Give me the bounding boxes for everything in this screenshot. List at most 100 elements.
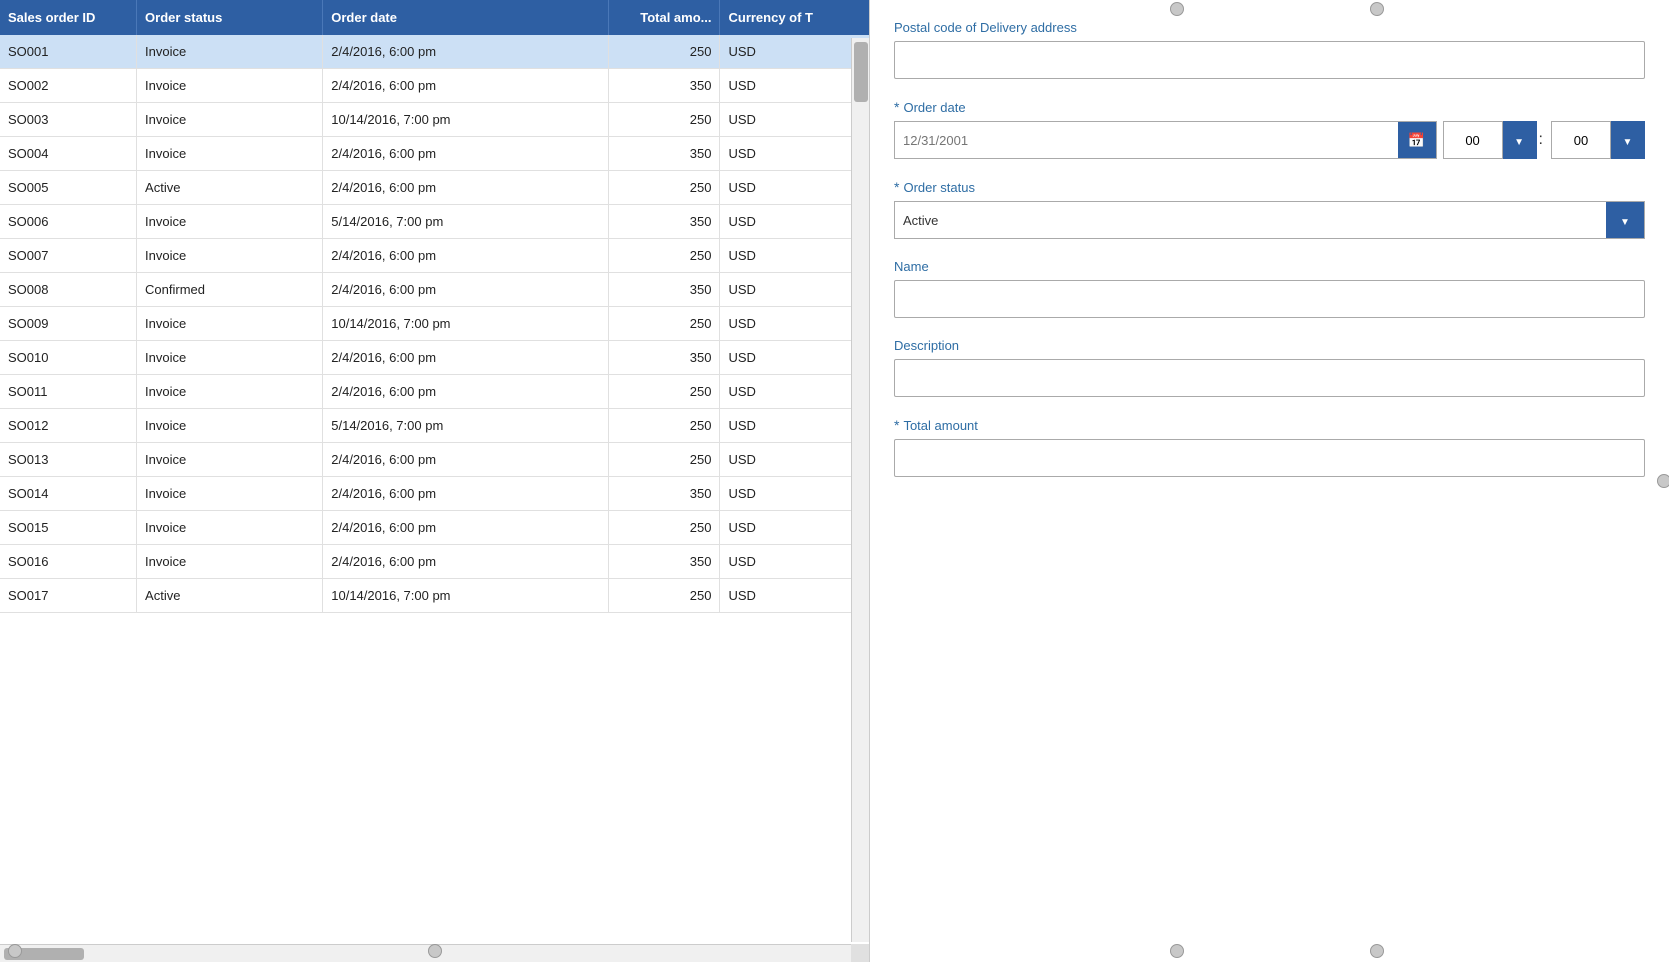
order-date-group: * Order date 📅 :: [894, 99, 1645, 159]
horizontal-scrollbar[interactable]: [0, 944, 851, 962]
col-header-currency: Currency of T: [720, 0, 869, 35]
table-cell-date: 2/4/2016, 6:00 pm: [323, 239, 609, 273]
minute-input[interactable]: [1551, 121, 1611, 159]
order-date-text-input[interactable]: [895, 122, 1398, 158]
table-cell-date: 2/4/2016, 6:00 pm: [323, 137, 609, 171]
table-cell-status: Invoice: [137, 239, 323, 273]
table-cell-amount: 250: [608, 409, 720, 443]
resize-handle-top-center-1[interactable]: [1170, 2, 1184, 16]
table-cell-currency: USD: [720, 69, 869, 103]
scrollbar-corner: [851, 944, 869, 962]
chevron-down-icon-hour: [1514, 132, 1524, 148]
table-cell-currency: USD: [720, 341, 869, 375]
table-cell-amount: 350: [608, 477, 720, 511]
resize-handle-bottom-left[interactable]: [8, 944, 22, 958]
chevron-down-icon-minute: [1623, 132, 1633, 148]
table-cell-id: SO002: [0, 69, 137, 103]
table-row[interactable]: SO016Invoice2/4/2016, 6:00 pm350USD: [0, 545, 869, 579]
table-cell-date: 10/14/2016, 7:00 pm: [323, 103, 609, 137]
table-cell-amount: 250: [608, 103, 720, 137]
table-row[interactable]: SO004Invoice2/4/2016, 6:00 pm350USD: [0, 137, 869, 171]
table-cell-status: Invoice: [137, 545, 323, 579]
table-cell-date: 10/14/2016, 7:00 pm: [323, 307, 609, 341]
table-cell-currency: USD: [720, 545, 869, 579]
table-panel: Sales order ID Order status Order date T…: [0, 0, 870, 962]
resize-handle-bottom-center-2[interactable]: [1370, 944, 1384, 958]
table-cell-amount: 350: [608, 137, 720, 171]
vertical-scrollbar[interactable]: [851, 38, 869, 942]
order-status-dropdown-button[interactable]: [1606, 202, 1644, 238]
name-input[interactable]: [894, 280, 1645, 318]
table-row[interactable]: SO017Active10/14/2016, 7:00 pm250USD: [0, 579, 869, 613]
table-cell-id: SO009: [0, 307, 137, 341]
form-panel: Postal code of Delivery address * Order …: [870, 0, 1669, 962]
table-row[interactable]: SO002Invoice2/4/2016, 6:00 pm350USD: [0, 69, 869, 103]
order-status-label: * Order status: [894, 179, 1645, 195]
table-row[interactable]: SO015Invoice2/4/2016, 6:00 pm250USD: [0, 511, 869, 545]
table-cell-status: Invoice: [137, 443, 323, 477]
resize-handle-bottom-center-1[interactable]: [1170, 944, 1184, 958]
description-input[interactable]: [894, 359, 1645, 397]
table-cell-amount: 250: [608, 171, 720, 205]
table-cell-currency: USD: [720, 137, 869, 171]
resize-handle-right-middle[interactable]: [1657, 474, 1669, 488]
table-cell-currency: USD: [720, 477, 869, 511]
hour-input[interactable]: [1443, 121, 1503, 159]
table-row[interactable]: SO014Invoice2/4/2016, 6:00 pm350USD: [0, 477, 869, 511]
table-cell-amount: 250: [608, 239, 720, 273]
calendar-button[interactable]: 📅: [1398, 122, 1436, 158]
table-cell-date: 5/14/2016, 7:00 pm: [323, 205, 609, 239]
table-cell-date: 2/4/2016, 6:00 pm: [323, 477, 609, 511]
table-cell-id: SO013: [0, 443, 137, 477]
table-cell-amount: 350: [608, 205, 720, 239]
resize-handle-bottom-center[interactable]: [428, 944, 442, 958]
postal-code-input[interactable]: [894, 41, 1645, 79]
table-cell-currency: USD: [720, 307, 869, 341]
table-cell-date: 2/4/2016, 6:00 pm: [323, 35, 609, 69]
table-row[interactable]: SO007Invoice2/4/2016, 6:00 pm250USD: [0, 239, 869, 273]
table-cell-amount: 250: [608, 443, 720, 477]
table-cell-currency: USD: [720, 443, 869, 477]
order-status-selected-value: Active: [895, 202, 1606, 238]
table-cell-id: SO012: [0, 409, 137, 443]
table-cell-amount: 350: [608, 69, 720, 103]
table-row[interactable]: SO009Invoice10/14/2016, 7:00 pm250USD: [0, 307, 869, 341]
table-cell-id: SO016: [0, 545, 137, 579]
table-cell-id: SO007: [0, 239, 137, 273]
time-hour-wrapper: [1443, 121, 1537, 159]
table-cell-status: Invoice: [137, 341, 323, 375]
table-cell-id: SO014: [0, 477, 137, 511]
total-amount-input[interactable]: [894, 439, 1645, 477]
table-cell-date: 5/14/2016, 7:00 pm: [323, 409, 609, 443]
table-cell-status: Invoice: [137, 409, 323, 443]
calendar-icon: 📅: [1408, 132, 1425, 149]
table-row[interactable]: SO011Invoice2/4/2016, 6:00 pm250USD: [0, 375, 869, 409]
hour-dropdown-button[interactable]: [1503, 121, 1537, 159]
order-date-row: 📅 :: [894, 121, 1645, 159]
table-row[interactable]: SO003Invoice10/14/2016, 7:00 pm250USD: [0, 103, 869, 137]
table-cell-amount: 250: [608, 375, 720, 409]
scrollbar-thumb: [854, 42, 868, 102]
col-header-status: Order status: [137, 0, 323, 35]
table-row[interactable]: SO010Invoice2/4/2016, 6:00 pm350USD: [0, 341, 869, 375]
table-row[interactable]: SO001Invoice2/4/2016, 6:00 pm250USD: [0, 35, 869, 69]
table-cell-currency: USD: [720, 579, 869, 613]
table-cell-status: Confirmed: [137, 273, 323, 307]
table-cell-status: Invoice: [137, 35, 323, 69]
table-cell-status: Active: [137, 171, 323, 205]
table-cell-id: SO004: [0, 137, 137, 171]
table-row[interactable]: SO013Invoice2/4/2016, 6:00 pm250USD: [0, 443, 869, 477]
table-row[interactable]: SO012Invoice5/14/2016, 7:00 pm250USD: [0, 409, 869, 443]
table-row[interactable]: SO006Invoice5/14/2016, 7:00 pm350USD: [0, 205, 869, 239]
table-cell-id: SO010: [0, 341, 137, 375]
order-status-required-star: *: [894, 179, 899, 195]
table-cell-id: SO003: [0, 103, 137, 137]
resize-handle-top-center-2[interactable]: [1370, 2, 1384, 16]
table-cell-amount: 250: [608, 579, 720, 613]
description-group: Description: [894, 338, 1645, 397]
table-cell-amount: 250: [608, 511, 720, 545]
table-row[interactable]: SO005Active2/4/2016, 6:00 pm250USD: [0, 171, 869, 205]
table-row[interactable]: SO008Confirmed2/4/2016, 6:00 pm350USD: [0, 273, 869, 307]
minute-dropdown-button[interactable]: [1611, 121, 1645, 159]
name-group: Name: [894, 259, 1645, 318]
